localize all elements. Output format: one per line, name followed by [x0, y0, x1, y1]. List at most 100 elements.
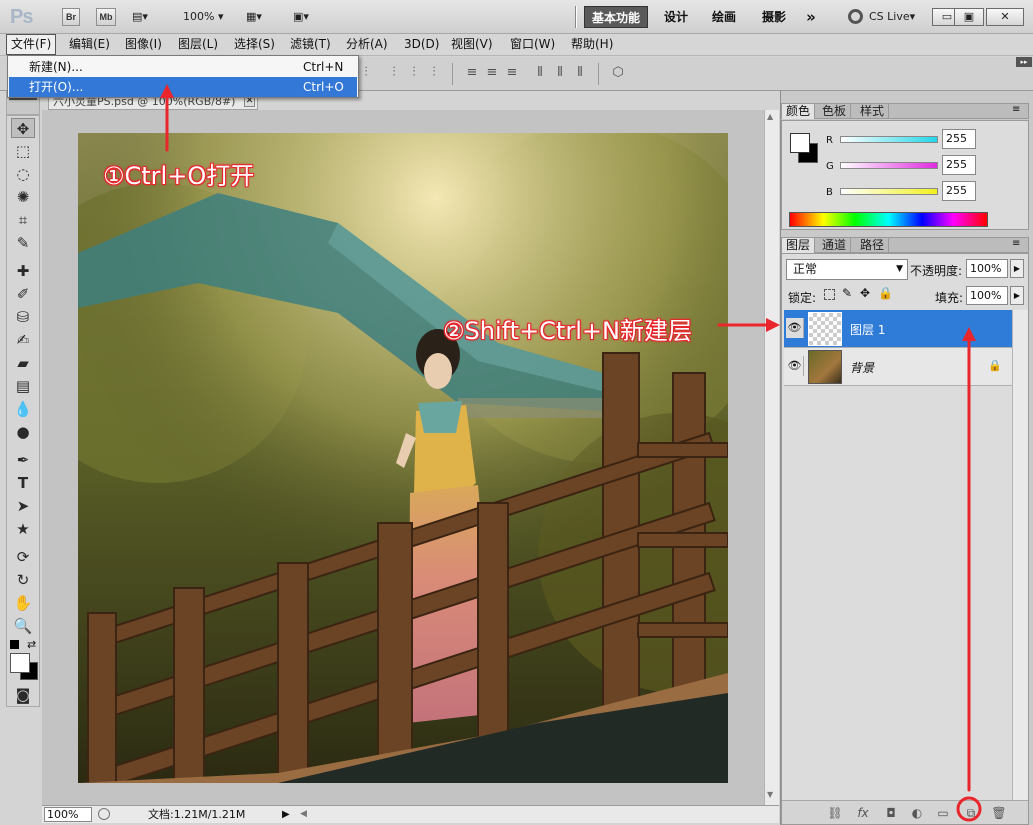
menu-layer[interactable]: 图层(L) [178, 34, 218, 55]
align-top-icon[interactable]: ⫶ [358, 66, 374, 80]
brush-tool-icon[interactable]: ✐ [11, 284, 35, 304]
eraser-tool-icon[interactable]: ▰ [11, 353, 35, 373]
lasso-tool-icon[interactable]: ◌ [11, 164, 35, 184]
default-colors-icon[interactable] [10, 640, 19, 649]
channel-b-slider[interactable] [840, 188, 938, 195]
menu-item-new[interactable]: 新建(N)... Ctrl+N [9, 57, 357, 77]
distribute-hcenter-icon[interactable]: ⫴ [552, 66, 568, 80]
channel-r-slider[interactable] [840, 136, 938, 143]
menu-file[interactable]: 文件(F) [6, 34, 57, 55]
path-select-tool-icon[interactable]: ➤ [11, 496, 35, 516]
distribute-bottom-icon[interactable]: ≡ [504, 66, 520, 80]
mini-bridge-button[interactable]: Mb [96, 8, 116, 26]
tab-color[interactable]: 颜色 [782, 104, 816, 119]
menu-window[interactable]: 窗口(W) [510, 34, 555, 55]
distribute-left-icon[interactable]: ⫴ [532, 66, 548, 80]
color-spectrum-bar[interactable] [789, 212, 988, 227]
zoom-status-icon[interactable] [98, 808, 110, 820]
menu-filter[interactable]: 滤镜(T) [290, 34, 331, 55]
vertical-scrollbar[interactable]: ▲ ▼ [764, 110, 779, 805]
workspace-photography[interactable]: 摄影 [756, 6, 792, 28]
collapse-panels-icon[interactable]: ▸▸ [1016, 57, 1032, 67]
zoom-tool-icon[interactable]: 🔍 [11, 616, 35, 636]
workspace-design[interactable]: 设计 [660, 6, 692, 28]
swap-colors-icon[interactable]: ⇄ [27, 638, 36, 651]
scroll-down-icon[interactable]: ▼ [767, 790, 773, 799]
tab-styles[interactable]: 样式 [856, 104, 890, 119]
menu-select[interactable]: 选择(S) [234, 34, 275, 55]
hand-tool-icon[interactable]: ✋ [11, 593, 35, 613]
blur-tool-icon[interactable]: 💧 [11, 399, 35, 419]
distribute-vcenter-icon[interactable]: ≡ [484, 66, 500, 80]
channel-g-slider[interactable] [840, 162, 938, 169]
scroll-left-icon[interactable]: ◀ [300, 806, 307, 823]
bridge-button[interactable]: Br [62, 8, 80, 26]
scroll-up-icon[interactable]: ▲ [767, 112, 773, 121]
distribute-top-icon[interactable]: ≡ [464, 66, 480, 80]
layer-row-layer1[interactable]: 👁 图层 1 [784, 310, 1012, 348]
lock-transparency-icon[interactable] [824, 289, 835, 300]
arrange-documents-dropdown[interactable]: ▦▾ [246, 8, 276, 26]
menu-3d[interactable]: 3D(D) [404, 34, 439, 55]
menu-help[interactable]: 帮助(H) [571, 34, 613, 55]
layers-scrollbar[interactable] [1012, 310, 1028, 800]
cs-live-dropdown[interactable]: CS Live▾ [869, 8, 921, 26]
dodge-tool-icon[interactable]: ● [11, 422, 35, 442]
3d-rotate-tool-icon[interactable]: ⟳ [11, 547, 35, 567]
menu-edit[interactable]: 编辑(E) [69, 34, 110, 55]
opacity-arrow-icon[interactable]: ▶ [1010, 259, 1024, 278]
lock-all-icon[interactable]: 🔒 [878, 286, 893, 300]
menu-item-open[interactable]: 打开(O)... Ctrl+O [9, 77, 357, 97]
clone-stamp-tool-icon[interactable]: ⛁ [11, 307, 35, 327]
channel-g-value[interactable]: 255 [942, 155, 976, 175]
distribute-right-icon[interactable]: ⫴ [572, 66, 588, 80]
tab-channels[interactable]: 通道 [818, 238, 852, 253]
healing-brush-tool-icon[interactable]: ✚ [11, 261, 35, 281]
channel-b-value[interactable]: 255 [942, 181, 976, 201]
more-workspaces-button[interactable]: » [800, 6, 822, 28]
lock-pixels-icon[interactable]: ✎ [842, 286, 852, 300]
history-brush-tool-icon[interactable]: ✍ [11, 330, 35, 350]
adjustment-layer-icon[interactable]: ◐ [908, 805, 926, 821]
align-left-icon[interactable]: ⫶ [426, 66, 442, 80]
fill-input[interactable]: 100% [966, 286, 1008, 305]
document-canvas[interactable] [78, 133, 728, 783]
layer-row-background[interactable]: 👁 背景 🔒 [784, 348, 1012, 386]
screen-mode-dropdown[interactable]: ▣▾ [293, 8, 323, 26]
crop-tool-icon[interactable]: ⌗ [11, 210, 35, 230]
pen-tool-icon[interactable]: ✒ [11, 450, 35, 470]
zoom-level-dropdown[interactable]: 100% ▾ [183, 8, 231, 26]
tab-layers[interactable]: 图层 [782, 238, 816, 253]
eyedropper-tool-icon[interactable]: ✎ [11, 233, 35, 253]
move-tool-icon[interactable]: ✥ [11, 118, 35, 138]
3d-orbit-tool-icon[interactable]: ↻ [11, 570, 35, 590]
panel-menu-icon[interactable]: ≡ [1012, 104, 1020, 115]
new-group-icon[interactable]: ▭ [934, 805, 952, 821]
close-button[interactable]: ✕ [986, 8, 1024, 26]
link-layers-icon[interactable]: ⛓ [826, 805, 844, 821]
workspace-essentials[interactable]: 基本功能 [584, 6, 648, 28]
menu-view[interactable]: 视图(V) [451, 34, 493, 55]
delete-layer-icon[interactable]: 🗑 [990, 805, 1008, 821]
zoom-input[interactable]: 100% [44, 807, 92, 822]
fill-arrow-icon[interactable]: ▶ [1010, 286, 1024, 305]
maximize-button[interactable]: ▣ [954, 8, 984, 26]
marquee-tool-icon[interactable]: ⬚ [11, 141, 35, 161]
layer-style-icon[interactable]: fx [854, 805, 872, 821]
quick-select-tool-icon[interactable]: ✺ [11, 187, 35, 207]
channel-r-value[interactable]: 255 [942, 129, 976, 149]
shape-tool-icon[interactable]: ★ [11, 519, 35, 539]
menu-image[interactable]: 图像(I) [125, 34, 162, 55]
type-tool-icon[interactable]: T [11, 473, 35, 493]
gradient-tool-icon[interactable]: ▤ [11, 376, 35, 396]
add-mask-icon[interactable]: ◘ [882, 805, 900, 821]
status-menu-arrow-icon[interactable]: ▶ [282, 806, 290, 823]
menu-analysis[interactable]: 分析(A) [346, 34, 388, 55]
lock-position-icon[interactable]: ✥ [860, 286, 870, 300]
tab-swatches[interactable]: 色板 [818, 104, 852, 119]
new-layer-icon[interactable]: ⧉ [962, 805, 980, 821]
align-vcenter-icon[interactable]: ⫶ [386, 66, 402, 80]
foreground-color-chip[interactable] [790, 133, 810, 153]
quick-mask-icon[interactable]: ◙ [11, 685, 35, 705]
tab-paths[interactable]: 路径 [856, 238, 890, 253]
